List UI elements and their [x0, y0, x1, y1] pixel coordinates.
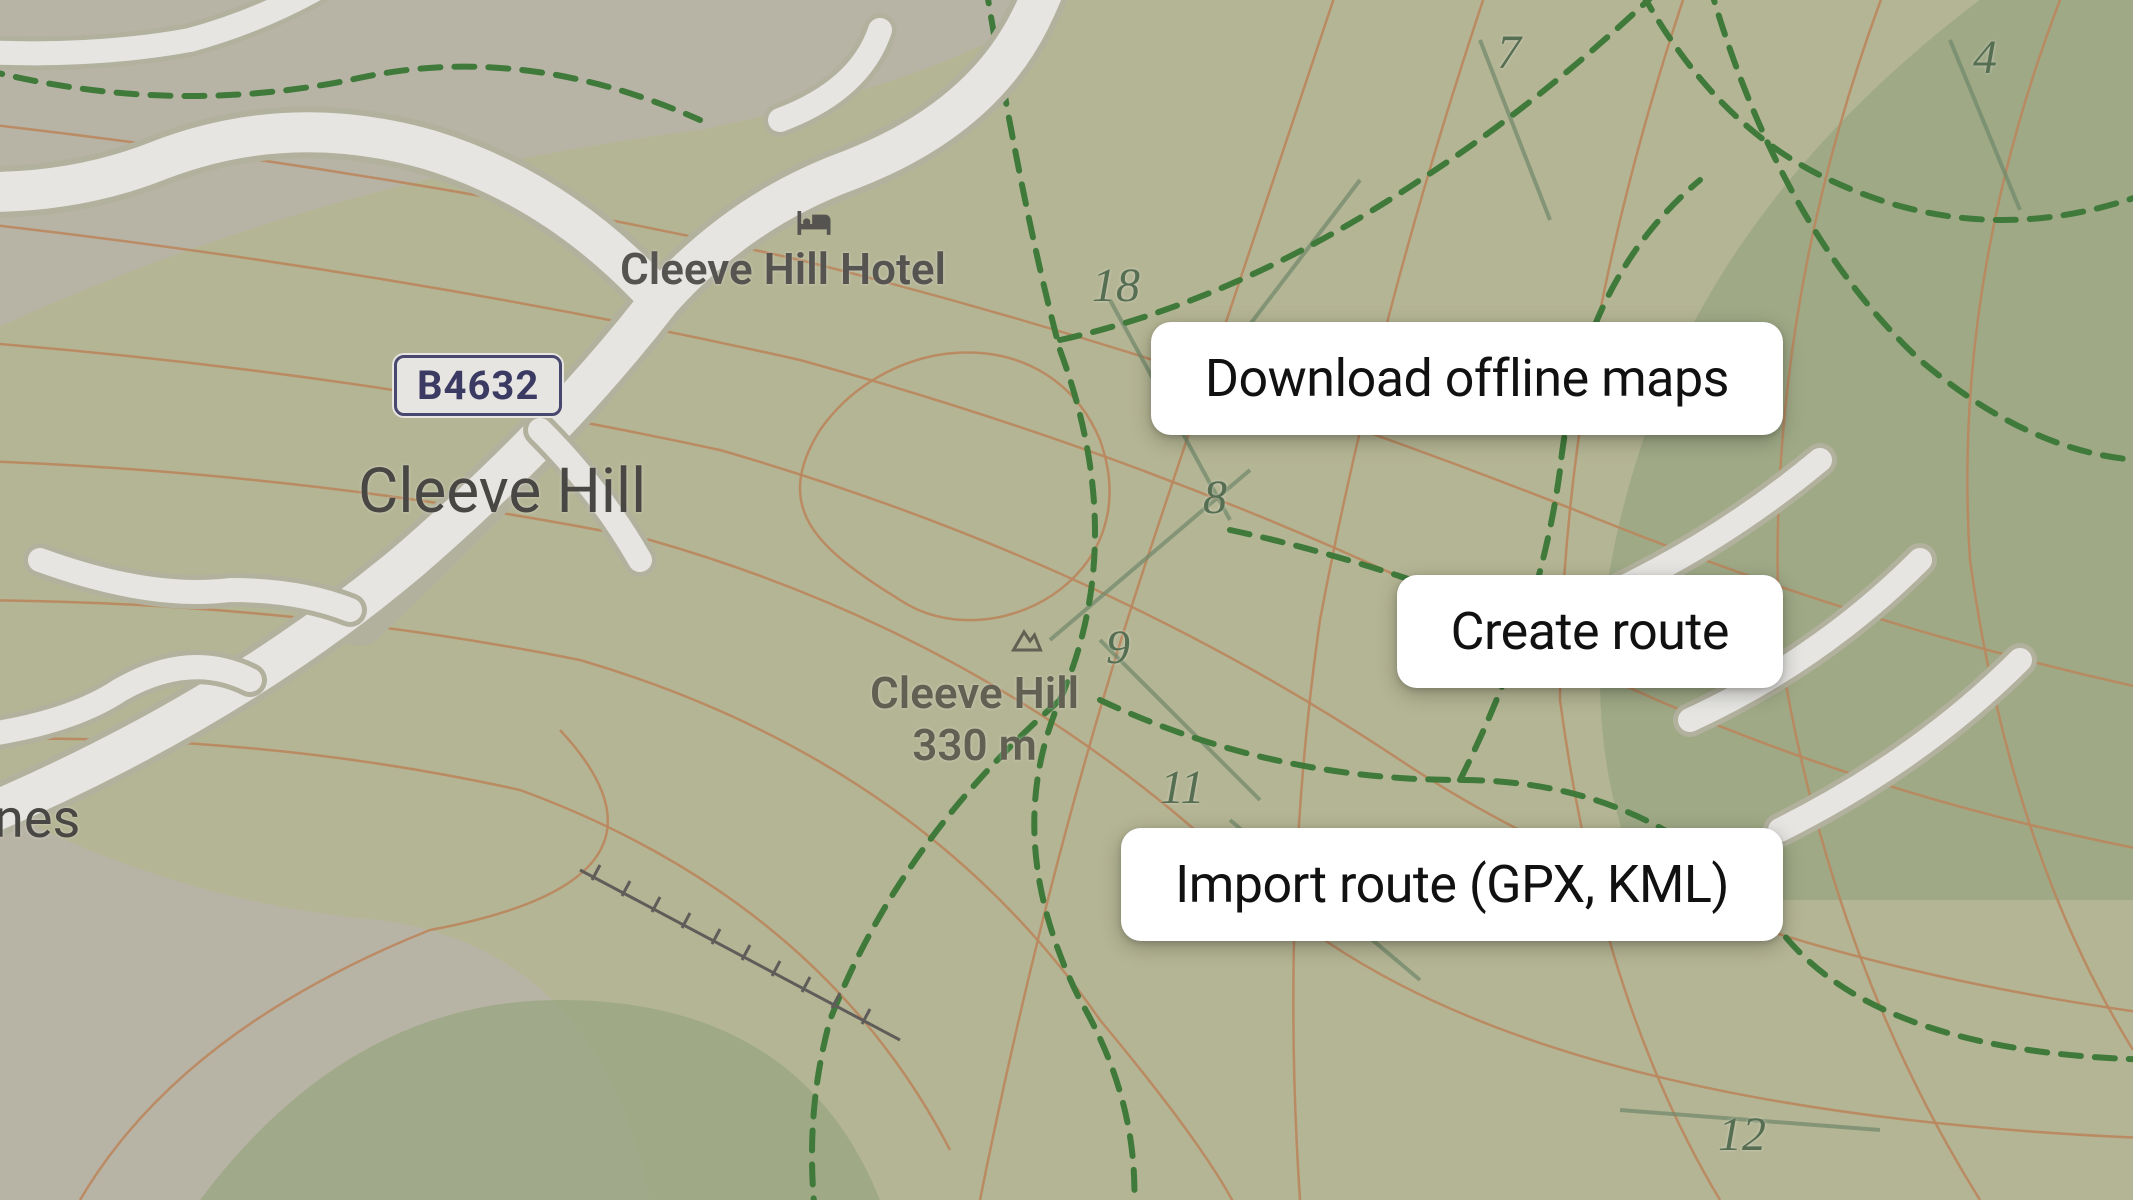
- map-canvas[interactable]: Cleeve Hill Cleeve Hill Hotel Cleeve Hil…: [0, 0, 2133, 1200]
- road-shield-b4632: B4632: [394, 355, 562, 416]
- action-menu: Download offline maps Create route Impor…: [1121, 322, 1783, 941]
- download-offline-maps-button[interactable]: Download offline maps: [1151, 322, 1783, 435]
- peak-icon: [1009, 620, 1045, 656]
- import-route-button[interactable]: Import route (GPX, KML): [1121, 828, 1783, 941]
- hotel-icon: [792, 200, 836, 244]
- map-svg: [0, 0, 2133, 1200]
- create-route-button[interactable]: Create route: [1397, 575, 1783, 688]
